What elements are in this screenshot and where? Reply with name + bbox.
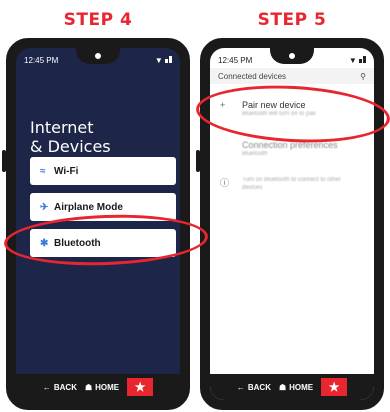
airplane-icon: ✈: [40, 201, 49, 213]
menu-item-label: Wi-Fi: [54, 165, 79, 177]
search-icon[interactable]: ⚲: [360, 72, 366, 81]
row-subtitle: Turn on Bluetooth to connect to other de…: [242, 177, 341, 191]
brand-logo-icon[interactable]: ★: [321, 378, 348, 396]
back-button[interactable]: ← BACK: [43, 383, 77, 392]
menu-item-label: Airplane Mode: [54, 201, 123, 213]
signal-battery-icon: ▼: [155, 55, 172, 65]
back-label: BACK: [53, 382, 77, 392]
row-subtitle: Bluetooth: [242, 151, 268, 157]
bluetooth-info-row: ⓘ Turn on Bluetooth to connect to other …: [218, 176, 368, 200]
back-button[interactable]: ← BACK: [237, 383, 271, 392]
header-title: Connected devices: [218, 71, 287, 81]
phone-notch: [270, 48, 314, 64]
home-button[interactable]: ☗ HOME: [279, 383, 313, 392]
step4-label: STEP 4: [63, 10, 133, 30]
camera-icon: [287, 51, 297, 61]
step5-label: STEP 5: [257, 10, 327, 30]
home-label: HOME: [95, 382, 120, 392]
home-icon: ☗: [84, 382, 93, 392]
page-title: Internet & Devices: [30, 118, 111, 156]
phone-notch: [76, 48, 120, 64]
wifi-icon: ≈: [40, 165, 46, 177]
status-time: 12:45 PM: [218, 55, 253, 65]
signal-battery-icon: ▼: [349, 55, 366, 65]
title-line-1: Internet: [30, 118, 94, 137]
home-icon: ☗: [278, 382, 287, 392]
home-label: HOME: [289, 382, 314, 392]
brand-logo-icon[interactable]: ★: [127, 378, 154, 396]
info-icon: ⓘ: [220, 178, 230, 188]
app-header: Connected devices ⚲: [210, 68, 374, 84]
camera-icon: [93, 51, 103, 61]
status-time: 12:45 PM: [24, 55, 59, 65]
title-line-2: & Devices: [30, 137, 111, 156]
connection-preferences-row[interactable]: Connection preferences Bluetooth: [218, 140, 368, 164]
menu-item-wifi[interactable]: ≈ Wi-Fi: [30, 157, 176, 185]
back-arrow-icon: ←: [236, 382, 245, 392]
bottom-nav: ← BACK ☗ HOME ★: [210, 374, 374, 400]
home-button[interactable]: ☗ HOME: [85, 383, 119, 392]
back-arrow-icon: ←: [42, 382, 51, 392]
back-label: BACK: [247, 382, 271, 392]
bottom-nav: ← BACK ☗ HOME ★: [16, 374, 180, 400]
